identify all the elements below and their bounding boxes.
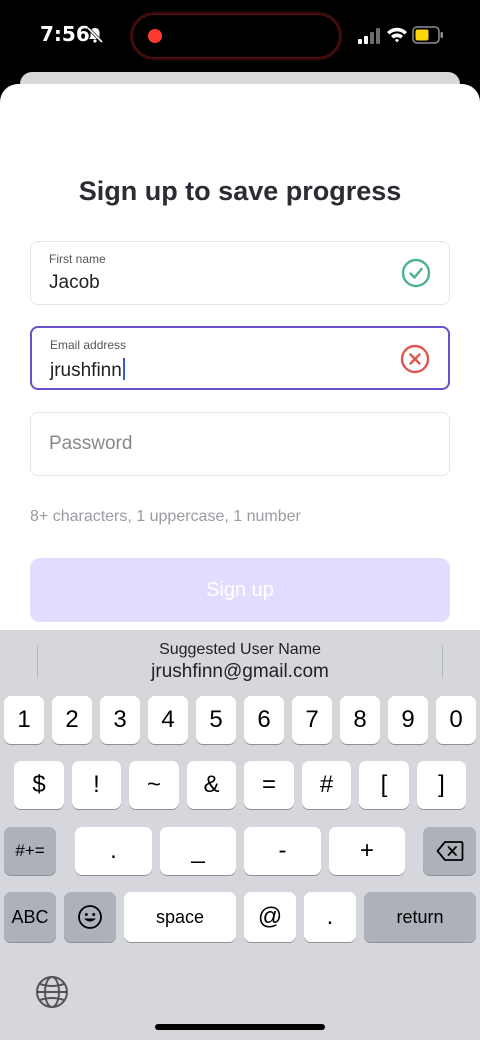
key-6[interactable]: 6 [244,696,284,744]
key-9[interactable]: 9 [388,696,428,744]
password-hint: 8+ characters, 1 uppercase, 1 number [30,508,301,525]
key-space[interactable]: space [124,892,236,942]
cellular-signal-icon [358,28,380,44]
key-symbols-toggle[interactable]: #+= [4,827,56,875]
suggestion-email: jrushfinn@gmail.com [151,661,329,682]
key-1[interactable]: 1 [4,696,44,744]
key-8[interactable]: 8 [340,696,380,744]
text-caret [122,358,125,380]
home-indicator [155,1024,325,1030]
globe-icon[interactable] [34,974,70,1010]
record-dot-icon [148,29,162,43]
key-backspace[interactable] [423,827,476,875]
email-field[interactable]: Email address jrushfinn [30,326,450,390]
first-name-value: Jacob [49,272,100,293]
key-0[interactable]: 0 [436,696,476,744]
email-value: jrushfinn [50,360,122,381]
backspace-icon [436,841,463,861]
page-title: Sign up to save progress [78,176,402,206]
password-field[interactable]: Password [30,412,450,476]
emoji-icon [78,905,102,929]
key-dot[interactable]: . [304,892,356,942]
email-value-wrap: jrushfinn [50,358,125,382]
dynamic-island [130,12,342,60]
key-right-bracket[interactable]: ] [417,761,466,809]
sign-up-button[interactable]: Sign up [30,558,450,622]
key-tilde[interactable]: ~ [129,761,179,809]
key-exclamation[interactable]: ! [72,761,121,809]
key-hyphen[interactable]: - [244,827,321,875]
key-hash[interactable]: # [302,761,351,809]
key-equals[interactable]: = [244,761,294,809]
key-2[interactable]: 2 [52,696,92,744]
status-bar: 7:56 [0,0,480,72]
key-abc[interactable]: ABC [4,892,56,942]
key-underscore[interactable]: _ [160,827,236,875]
key-3[interactable]: 3 [100,696,140,744]
wifi-icon [387,27,407,43]
bell-slash-icon [86,26,104,44]
key-plus[interactable]: + [329,827,405,875]
key-dollar[interactable]: $ [14,761,64,809]
password-placeholder: Password [49,433,133,454]
first-name-label: First name [49,252,106,266]
key-at[interactable]: @ [244,892,296,942]
key-ampersand[interactable]: & [187,761,236,809]
suggestion-title: Suggested User Name [159,641,321,658]
key-left-bracket[interactable]: [ [359,761,409,809]
key-period[interactable]: . [75,827,152,875]
key-5[interactable]: 5 [196,696,236,744]
first-name-field[interactable]: First name Jacob [30,241,450,305]
check-circle-icon [401,258,431,288]
email-label: Email address [50,338,127,352]
error-circle-icon [400,344,430,374]
key-emoji[interactable] [64,892,116,942]
key-7[interactable]: 7 [292,696,332,744]
key-return[interactable]: return [364,892,476,942]
key-4[interactable]: 4 [148,696,188,744]
status-time: 7:56 [40,22,90,46]
keyboard: Suggested User Name jrushfinn@gmail.com … [0,630,480,1040]
battery-icon [412,26,443,44]
